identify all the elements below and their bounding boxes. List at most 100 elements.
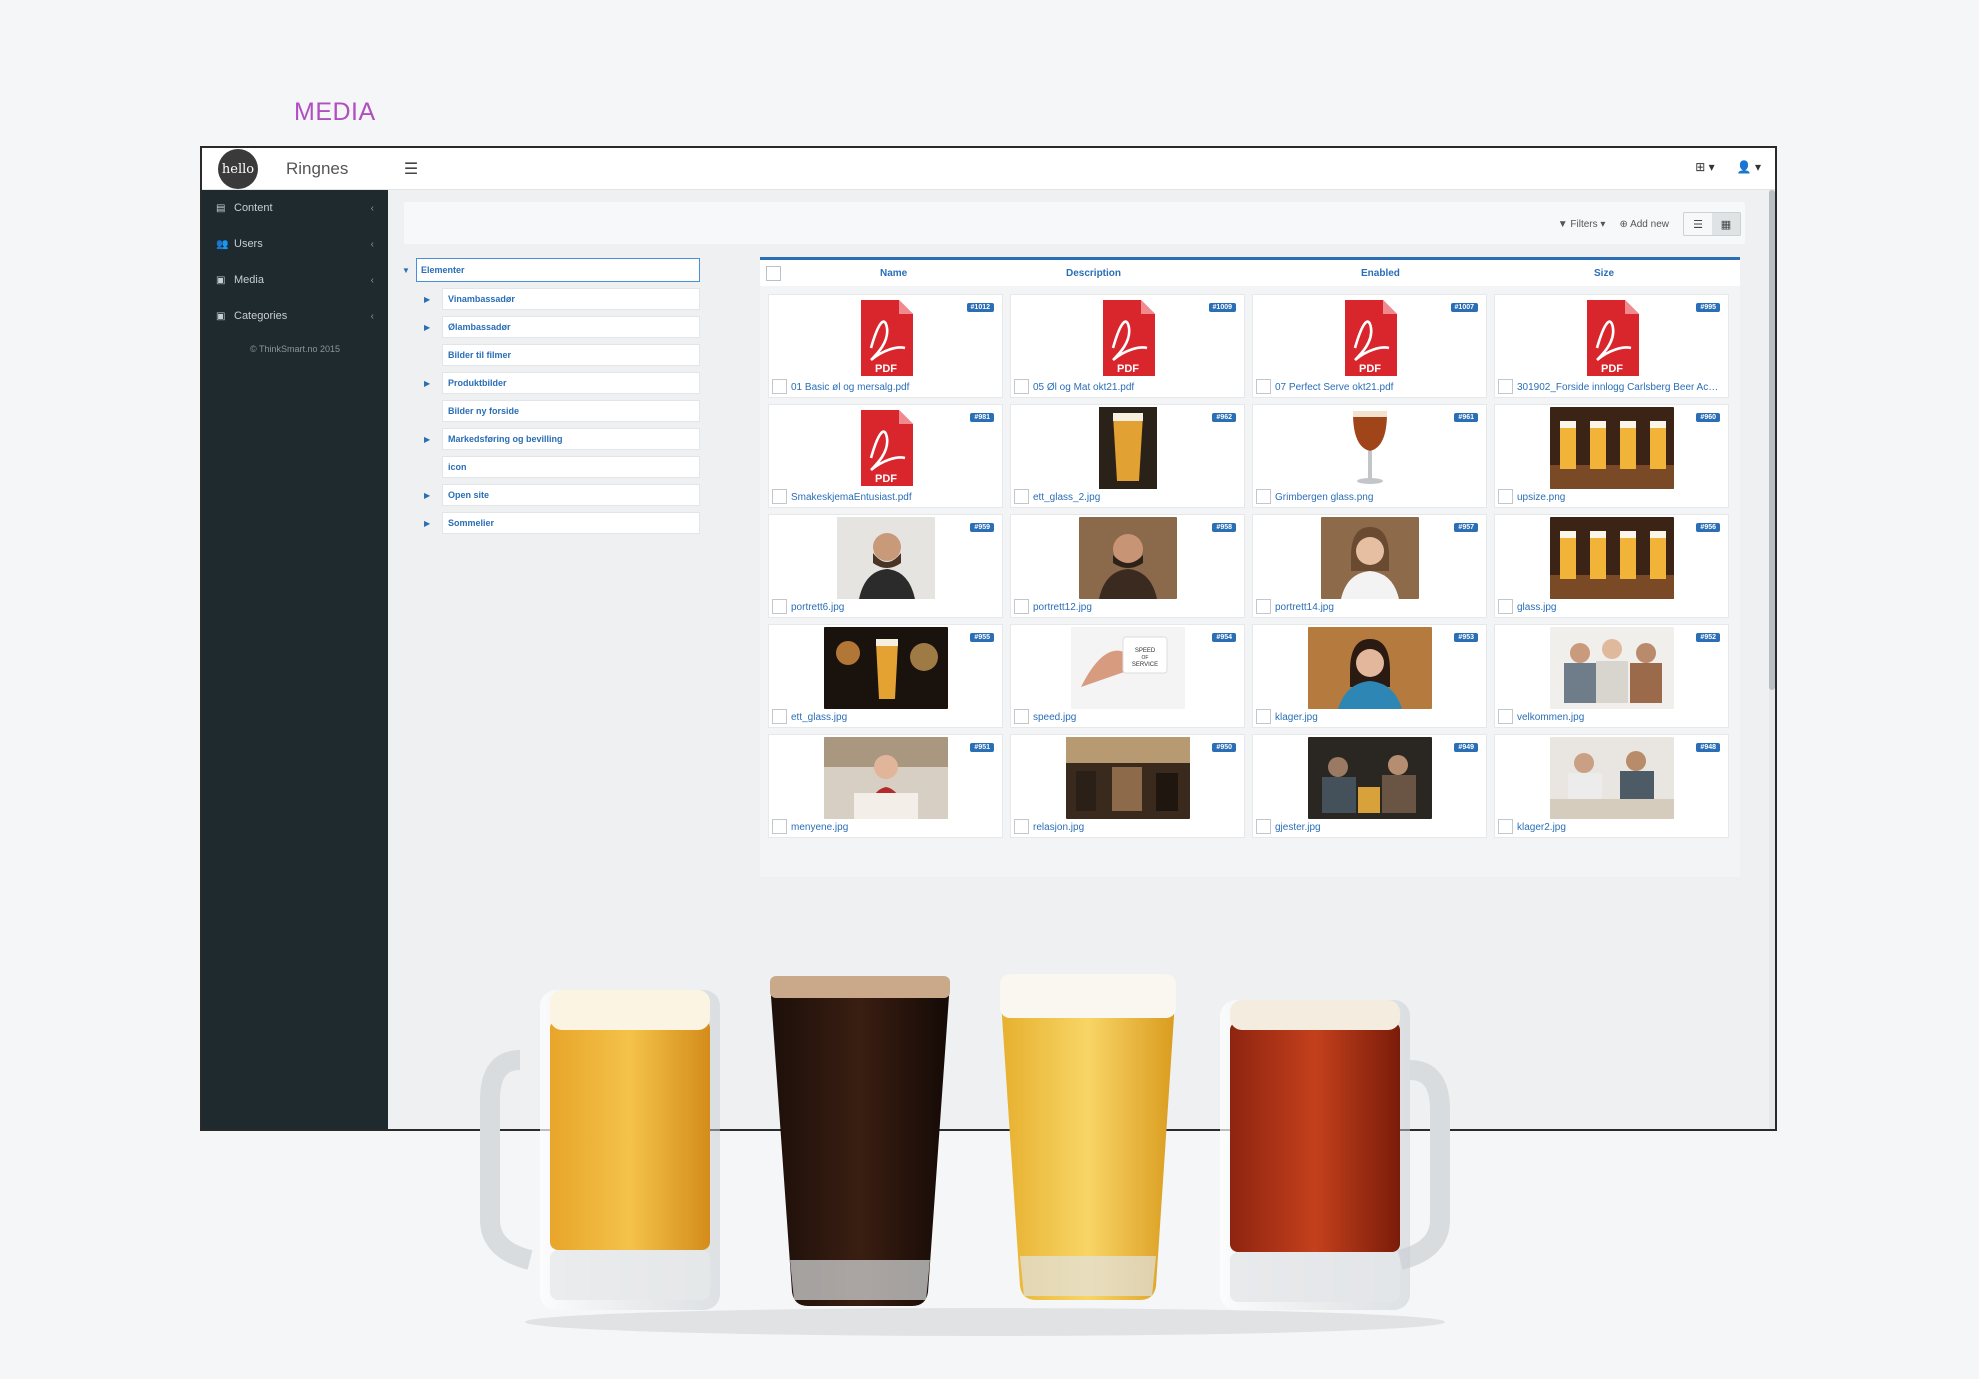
media-tile[interactable]: PDF #995 301902_Forside innlogg Carlsberg …	[1494, 294, 1729, 398]
tree-node[interactable]: Produktbilder	[442, 372, 700, 394]
tile-checkbox[interactable]	[1014, 599, 1029, 614]
media-tile[interactable]: #955 ett_glass.jpg	[768, 624, 1003, 728]
file-name[interactable]: relasjon.jpg	[1033, 822, 1238, 833]
restaurant-thumbnail	[823, 737, 948, 819]
caret-right-icon[interactable]: ▶	[424, 295, 442, 304]
select-all-checkbox[interactable]	[766, 266, 781, 281]
tile-checkbox[interactable]	[1498, 489, 1513, 504]
caret-right-icon[interactable]: ▶	[424, 491, 442, 500]
sidebar-item-users[interactable]: 👥 Users ‹	[202, 226, 388, 262]
file-name[interactable]: speed.jpg	[1033, 712, 1238, 723]
media-tile[interactable]: PDF #1007 07 Perfect Serve okt21.pdf	[1252, 294, 1487, 398]
portrait-thumbnail	[1320, 517, 1419, 599]
brand[interactable]: hello Ringnes	[202, 148, 390, 190]
caret-right-icon[interactable]: ▶	[424, 323, 442, 332]
tile-checkbox[interactable]	[772, 709, 787, 724]
tile-checkbox[interactable]	[1498, 709, 1513, 724]
add-new-button[interactable]: ⊕ Add new	[1619, 219, 1669, 230]
caret-right-icon[interactable]: ▶	[424, 435, 442, 444]
media-tile[interactable]: #960 upsize.png	[1494, 404, 1729, 508]
tile-checkbox[interactable]	[1256, 709, 1271, 724]
tile-checkbox[interactable]	[1498, 599, 1513, 614]
tree-node[interactable]: Vinambassadør	[442, 288, 700, 310]
media-tile[interactable]: #956 glass.jpg	[1494, 514, 1729, 618]
tree-node[interactable]: Ølambassadør	[442, 316, 700, 338]
file-name[interactable]: velkommen.jpg	[1517, 712, 1722, 723]
media-tile[interactable]: #950 relasjon.jpg	[1010, 734, 1245, 838]
media-tile[interactable]: #957 portrett14.jpg	[1252, 514, 1487, 618]
caret-right-icon[interactable]: ▶	[424, 379, 442, 388]
tree-node[interactable]: Markedsføring og bevilling	[442, 428, 700, 450]
tile-checkbox[interactable]	[1014, 489, 1029, 504]
user-menu-button[interactable]: 👤 ▾	[1737, 160, 1761, 174]
tree-node[interactable]: Bilder til filmer	[442, 344, 700, 366]
grid-view-icon[interactable]: ▦	[1712, 213, 1740, 235]
file-name[interactable]: klager.jpg	[1275, 712, 1480, 723]
tile-checkbox[interactable]	[1256, 599, 1271, 614]
sidebar-item-categories[interactable]: ▣ Categories ‹	[202, 298, 388, 334]
file-name[interactable]: SmakeskjemaEntusiast.pdf	[791, 492, 996, 503]
media-tile[interactable]: #952 velkommen.jpg	[1494, 624, 1729, 728]
tree-node-row: ▶ Ølambassadør	[424, 316, 702, 338]
tree-node[interactable]: Bilder ny forside	[442, 400, 700, 422]
tile-checkbox[interactable]	[772, 819, 787, 834]
tile-checkbox[interactable]	[1498, 379, 1513, 394]
media-tile[interactable]: #953 klager.jpg	[1252, 624, 1487, 728]
file-name[interactable]: 05 Øl og Mat okt21.pdf	[1033, 382, 1238, 393]
media-tile[interactable]: #958 portrett12.jpg	[1010, 514, 1245, 618]
file-name[interactable]: Grimbergen glass.png	[1275, 492, 1480, 503]
column-header-size[interactable]: Size	[1594, 268, 1614, 279]
file-name[interactable]: gjester.jpg	[1275, 822, 1480, 833]
file-name[interactable]: portrett6.jpg	[791, 602, 996, 613]
filters-button[interactable]: ▼ Filters ▾	[1558, 219, 1606, 230]
tile-checkbox[interactable]	[1498, 819, 1513, 834]
add-menu-button[interactable]: ⊞ ▾	[1695, 160, 1714, 174]
media-tile[interactable]: PDF #1009 05 Øl og Mat okt21.pdf	[1010, 294, 1245, 398]
tile-checkbox[interactable]	[772, 599, 787, 614]
tile-checkbox[interactable]	[1256, 489, 1271, 504]
file-name[interactable]: ett_glass_2.jpg	[1033, 492, 1238, 503]
file-name[interactable]: portrett12.jpg	[1033, 602, 1238, 613]
tile-checkbox[interactable]	[1256, 379, 1271, 394]
tree-node[interactable]: Sommelier	[442, 512, 700, 534]
tile-checkbox[interactable]	[1256, 819, 1271, 834]
media-tile[interactable]: SPEED OF SERVICE #954 speed.jpg	[1010, 624, 1245, 728]
media-tile[interactable]: PDF #981 SmakeskjemaEntusiast.pdf	[768, 404, 1003, 508]
media-tile[interactable]: #951 menyene.jpg	[768, 734, 1003, 838]
tile-checkbox[interactable]	[1014, 819, 1029, 834]
column-header-name[interactable]: Name	[880, 268, 907, 279]
list-view-icon[interactable]: ☰	[1684, 213, 1712, 235]
filter-icon: ▼	[1557, 218, 1568, 230]
media-tile[interactable]: #961 Grimbergen glass.png	[1252, 404, 1487, 508]
file-name[interactable]: menyene.jpg	[791, 822, 996, 833]
column-header-description[interactable]: Description	[1066, 268, 1121, 279]
media-tile[interactable]: PDF #1012 01 Basic øl og mersalg.pdf	[768, 294, 1003, 398]
file-name[interactable]: glass.jpg	[1517, 602, 1722, 613]
tree-node-elementer[interactable]: Elementer	[416, 258, 700, 282]
tile-checkbox[interactable]	[772, 379, 787, 394]
file-name[interactable]: 301902_Forside innlogg Carlsberg Beer Ac…	[1517, 382, 1722, 393]
file-name[interactable]: ett_glass.jpg	[791, 712, 996, 723]
tile-checkbox[interactable]	[1014, 709, 1029, 724]
tree-node[interactable]: icon	[442, 456, 700, 478]
tree-node[interactable]: Open site	[442, 484, 700, 506]
hamburger-icon[interactable]: ☰	[400, 159, 422, 179]
media-tile[interactable]: #949 gjester.jpg	[1252, 734, 1487, 838]
sidebar-item-media[interactable]: ▣ Media ‹	[202, 262, 388, 298]
file-name[interactable]: klager2.jpg	[1517, 822, 1722, 833]
sidebar-item-content[interactable]: ▤ Content ‹	[202, 190, 388, 226]
tile-checkbox[interactable]	[1014, 379, 1029, 394]
file-name[interactable]: 01 Basic øl og mersalg.pdf	[791, 382, 996, 393]
scrollbar-track[interactable]	[1769, 190, 1775, 1129]
media-tile[interactable]: #962 ett_glass_2.jpg	[1010, 404, 1245, 508]
caret-right-icon[interactable]: ▶	[424, 519, 442, 528]
media-tile[interactable]: #948 klager2.jpg	[1494, 734, 1729, 838]
column-header-enabled[interactable]: Enabled	[1361, 268, 1400, 279]
tile-checkbox[interactable]	[772, 489, 787, 504]
scrollbar-thumb[interactable]	[1769, 190, 1775, 690]
file-name[interactable]: portrett14.jpg	[1275, 602, 1480, 613]
file-name[interactable]: upsize.png	[1517, 492, 1722, 503]
caret-down-icon[interactable]: ▼	[402, 266, 416, 275]
file-name[interactable]: 07 Perfect Serve okt21.pdf	[1275, 382, 1480, 393]
media-tile[interactable]: #959 portrett6.jpg	[768, 514, 1003, 618]
